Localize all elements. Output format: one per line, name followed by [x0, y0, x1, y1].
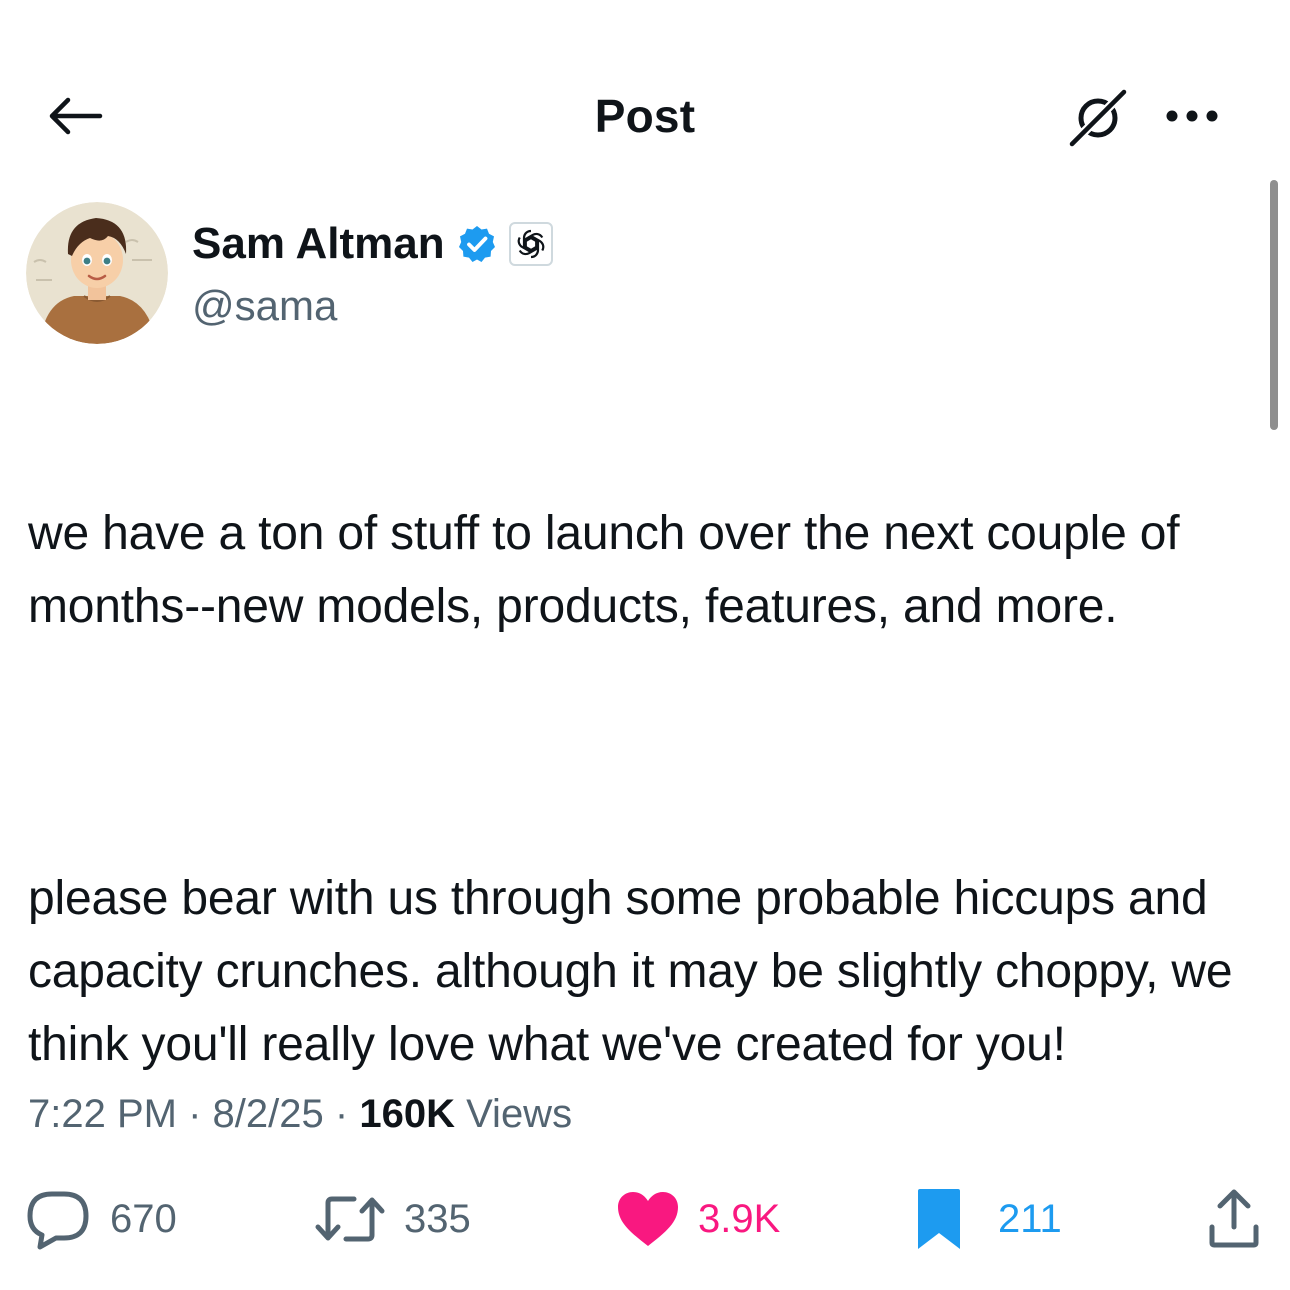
- reply-button[interactable]: 670: [26, 1184, 177, 1254]
- openai-affiliate-badge[interactable]: [508, 222, 553, 266]
- share-icon: [1209, 1189, 1259, 1248]
- verified-badge-icon[interactable]: [457, 224, 497, 264]
- meta-separator: ·: [188, 1092, 202, 1136]
- repost-count: 335: [404, 1197, 471, 1241]
- scrollbar[interactable]: [1270, 180, 1278, 430]
- views-label: Views: [466, 1092, 573, 1136]
- post-date[interactable]: 8/2/25: [213, 1092, 324, 1136]
- grok-icon: [1069, 89, 1127, 147]
- openai-logo-icon: [517, 229, 545, 259]
- avatar-illustration: [26, 202, 168, 344]
- post-paragraph-2: please bear with us through some probabl…: [28, 872, 1233, 1071]
- bookmark-filled-icon: [918, 1189, 960, 1249]
- heart-filled-icon: [618, 1192, 678, 1246]
- post-text: we have a ton of stuff to launch over th…: [28, 424, 1258, 1154]
- bookmark-count: 211: [998, 1197, 1062, 1241]
- post-meta: 7:22 PM · 8/2/25 · 160K Views: [28, 1084, 572, 1144]
- share-button[interactable]: [1206, 1184, 1262, 1254]
- views-count: 160K: [359, 1092, 455, 1136]
- like-count: 3.9K: [698, 1197, 781, 1241]
- post-time[interactable]: 7:22 PM: [28, 1092, 177, 1136]
- meta-separator: ·: [334, 1092, 349, 1136]
- reply-icon: [27, 1191, 89, 1250]
- author-name-row: Sam Altman: [192, 212, 553, 276]
- grok-button[interactable]: [1062, 82, 1134, 154]
- post-paragraph-1: we have a ton of stuff to launch over th…: [28, 507, 1180, 633]
- author-display-name[interactable]: Sam Altman: [192, 214, 445, 274]
- like-button[interactable]: 3.9K: [616, 1184, 780, 1254]
- more-options-button[interactable]: [1158, 92, 1226, 140]
- repost-icon: [315, 1196, 385, 1242]
- bookmark-button[interactable]: 211: [914, 1184, 1062, 1254]
- author-handle[interactable]: @sama: [192, 278, 337, 334]
- ellipsis-icon: [1166, 110, 1218, 122]
- avatar[interactable]: [26, 202, 168, 344]
- repost-button[interactable]: 335: [314, 1184, 471, 1254]
- reply-count: 670: [110, 1197, 177, 1241]
